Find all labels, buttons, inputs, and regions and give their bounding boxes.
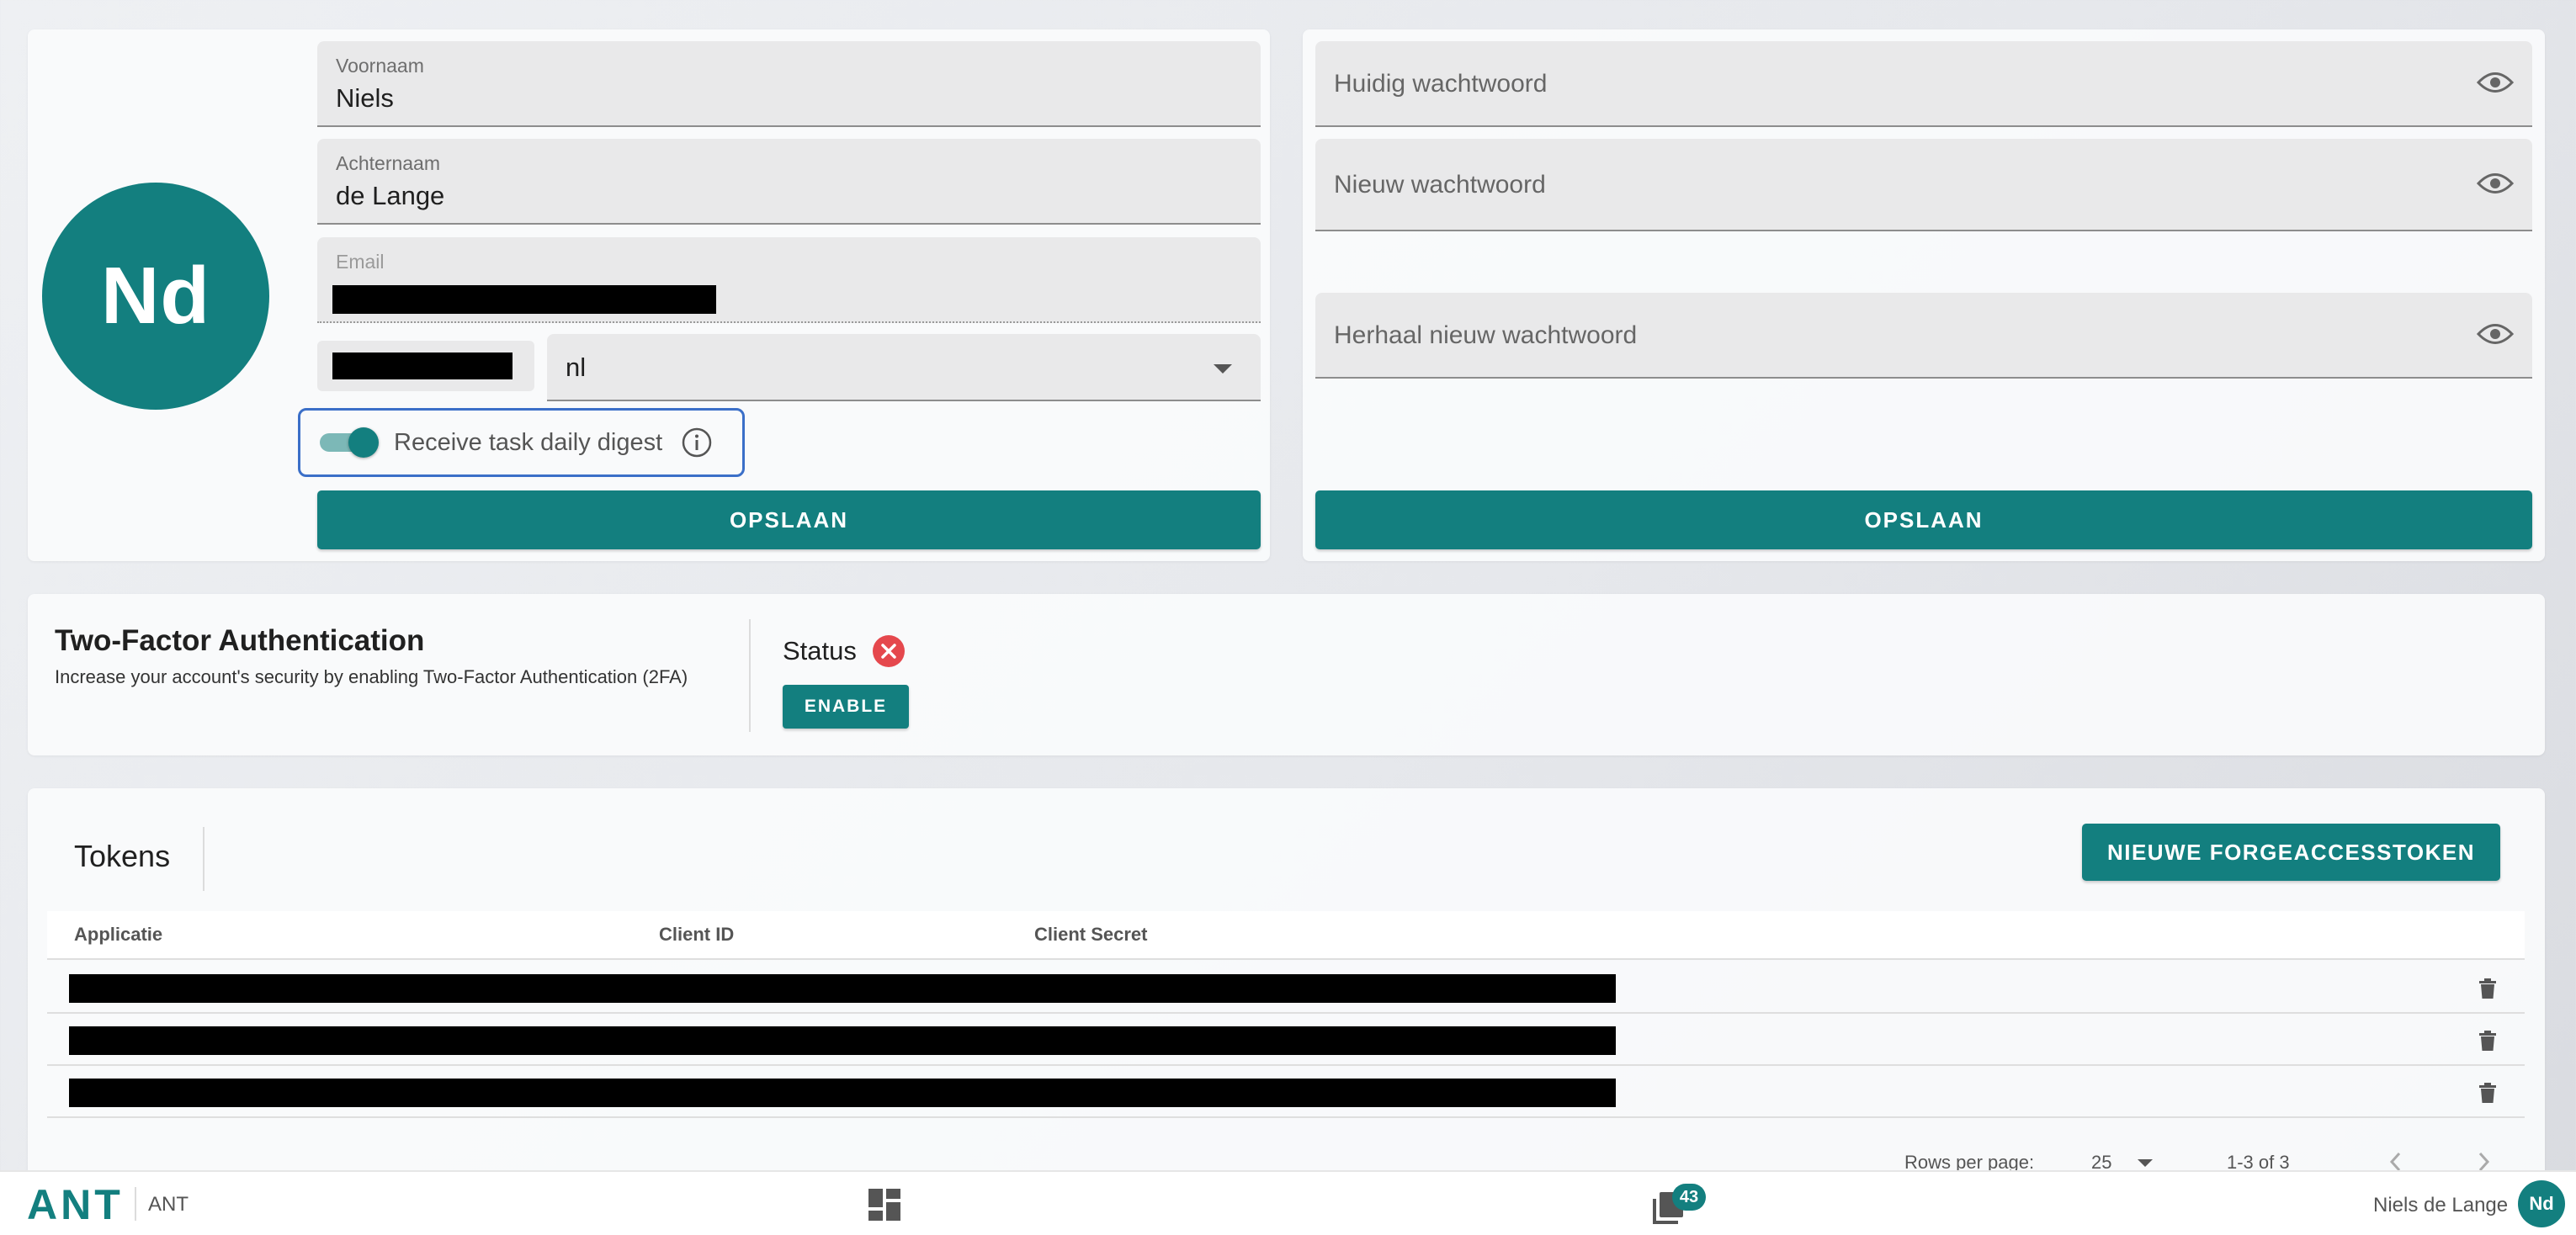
eye-icon[interactable] — [2477, 171, 2514, 196]
digest-toggle-switch[interactable] — [320, 426, 379, 459]
divider — [203, 827, 204, 891]
table-row — [47, 1014, 2525, 1066]
app-name: ANT — [148, 1193, 189, 1216]
last-name-field[interactable]: Achternaam de Lange — [317, 139, 1261, 225]
new-password-placeholder: Nieuw wachtwoord — [1334, 171, 1546, 199]
row-redacted — [69, 1079, 1616, 1107]
chevron-down-icon[interactable] — [1214, 364, 1232, 374]
new-forge-access-token-button[interactable]: NIEUWE FORGEACCESSTOKEN — [2082, 824, 2500, 881]
row-redacted — [69, 1026, 1616, 1055]
current-password-placeholder: Huidig wachtwoord — [1334, 70, 1548, 98]
column-header-client-id[interactable]: Client ID — [659, 924, 734, 946]
notification-count: 43 — [1679, 1187, 1699, 1206]
avatar-initials: Nd — [101, 251, 210, 341]
table-row — [47, 1066, 2525, 1118]
tokens-table-header — [47, 911, 2525, 960]
eye-icon[interactable] — [2477, 70, 2514, 95]
user-name[interactable]: Niels de Lange — [2373, 1194, 2508, 1217]
email-field: Email — [317, 237, 1261, 323]
language-value: nl — [566, 352, 587, 382]
switch-knob — [348, 427, 379, 458]
first-name-label: Voornaam — [336, 55, 424, 77]
profile-card: Nd Voornaam Niels Achternaam de Lange Em… — [28, 29, 1270, 561]
divider — [749, 619, 751, 732]
two-factor-status-label: Status — [783, 636, 857, 665]
chevron-down-icon[interactable] — [2138, 1159, 2153, 1167]
bottom-bar: ANT ANT 43 Niels de Lange Nd — [0, 1170, 2576, 1235]
info-icon[interactable] — [681, 427, 713, 458]
two-factor-description: Increase your account's security by enab… — [55, 666, 688, 687]
profile-save-button[interactable]: OPSLAAN — [317, 490, 1261, 549]
tokens-card: Tokens NIEUWE FORGEACCESSTOKEN Applicati… — [28, 788, 2545, 1235]
phone-redacted — [332, 352, 513, 379]
two-factor-title: Two-Factor Authentication — [55, 624, 425, 657]
email-label: Email — [336, 251, 385, 273]
trash-icon[interactable] — [2479, 978, 2496, 999]
app-logo[interactable]: ANT — [27, 1180, 124, 1229]
column-header-client-secret[interactable]: Client Secret — [1034, 924, 1148, 946]
repeat-password-placeholder: Herhaal nieuw wachtwoord — [1334, 321, 1638, 349]
user-initials: Nd — [2529, 1193, 2554, 1214]
trash-icon[interactable] — [2479, 1083, 2496, 1103]
column-header-applicatie[interactable]: Applicatie — [74, 924, 162, 946]
current-password-field[interactable]: Huidig wachtwoord — [1315, 41, 2532, 127]
new-password-field[interactable]: Nieuw wachtwoord — [1315, 139, 2532, 231]
phone-field[interactable] — [317, 341, 534, 391]
eye-icon[interactable] — [2477, 321, 2514, 347]
tokens-title: Tokens — [74, 839, 171, 873]
email-redacted — [332, 285, 716, 314]
user-avatar[interactable]: Nd — [2518, 1180, 2565, 1227]
digest-toggle-label: Receive task daily digest — [394, 428, 663, 456]
first-name-field[interactable]: Voornaam Niels — [317, 41, 1261, 127]
table-row — [47, 962, 2525, 1014]
two-factor-enable-button[interactable]: ENABLE — [783, 685, 909, 729]
last-name-label: Achternaam — [336, 152, 441, 174]
divider — [135, 1187, 136, 1221]
language-select[interactable]: nl — [547, 334, 1261, 401]
notification-badge: 43 — [1672, 1184, 1706, 1211]
dashboard-icon[interactable] — [868, 1188, 901, 1222]
trash-icon[interactable] — [2479, 1031, 2496, 1051]
error-x-icon — [873, 635, 905, 667]
first-name-value: Niels — [336, 83, 394, 113]
repeat-password-field[interactable]: Herhaal nieuw wachtwoord — [1315, 293, 2532, 379]
password-card: Huidig wachtwoord Nieuw wachtwoord Herha… — [1303, 29, 2545, 561]
two-factor-card: Two-Factor Authentication Increase your … — [28, 594, 2545, 755]
profile-avatar: Nd — [42, 183, 269, 410]
last-name-value: de Lange — [336, 181, 445, 210]
password-save-button[interactable]: OPSLAAN — [1315, 490, 2532, 549]
digest-toggle-row[interactable]: Receive task daily digest — [298, 408, 745, 477]
row-redacted — [69, 974, 1616, 1003]
